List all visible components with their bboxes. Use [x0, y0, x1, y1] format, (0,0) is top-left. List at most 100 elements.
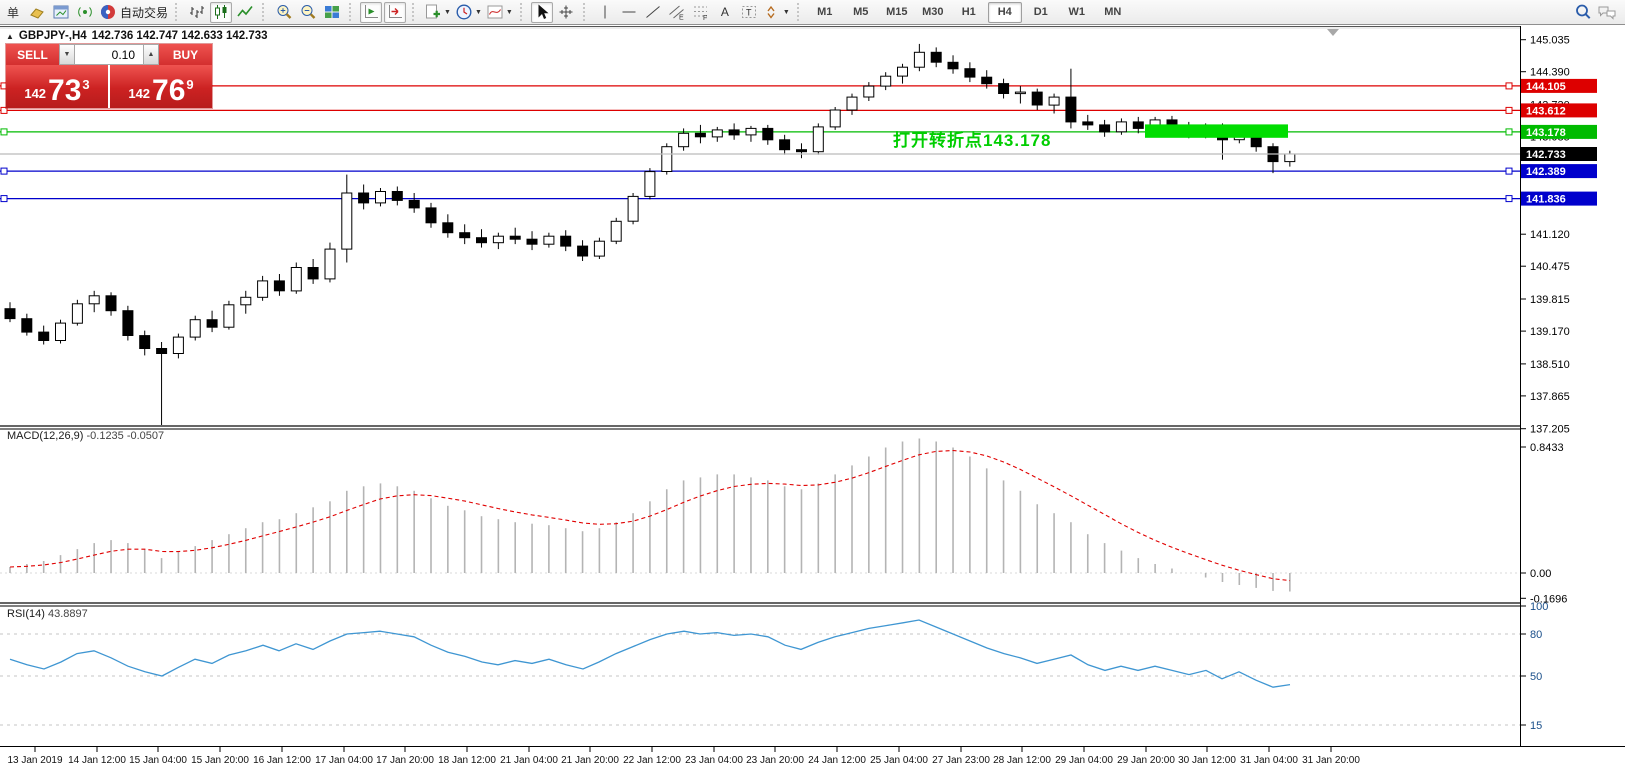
trendline-icon[interactable]	[642, 2, 664, 23]
time-axis[interactable]: 13 Jan 201914 Jan 12:0015 Jan 04:0015 Ja…	[0, 746, 1625, 766]
autotrade-button[interactable]: 自动交易	[98, 2, 169, 23]
svg-text:144.105: 144.105	[1526, 81, 1566, 93]
templates-icon[interactable]: ▼	[485, 2, 514, 23]
fibonacci-icon[interactable]: F	[690, 2, 712, 23]
line-chart-icon[interactable]	[234, 2, 256, 23]
svg-text:T: T	[746, 8, 752, 18]
vertical-line-icon[interactable]	[594, 2, 616, 23]
buy-price-display[interactable]: 142 76 9	[110, 65, 212, 108]
periods-clock-icon[interactable]: ▼	[454, 2, 483, 23]
timeframe-H1-button[interactable]: H1	[952, 2, 986, 23]
tile-windows-icon[interactable]	[321, 2, 343, 23]
symbol-title: GBPJPY-,H4	[19, 30, 87, 42]
collapse-icon[interactable]: ▲	[6, 32, 14, 41]
zoom-in-icon[interactable]	[273, 2, 295, 23]
text-icon[interactable]: A	[714, 2, 736, 23]
toolbar-separator	[520, 3, 526, 21]
breakout-annotation-text[interactable]: 打开转折点143.178	[893, 126, 1051, 151]
svg-text:50: 50	[1530, 671, 1542, 683]
line-handle[interactable]	[1506, 107, 1512, 113]
svg-text:141.836: 141.836	[1526, 194, 1566, 206]
arrows-icon[interactable]: ▼	[762, 2, 791, 23]
svg-text:145.035: 145.035	[1530, 35, 1570, 47]
line-handle[interactable]	[1506, 196, 1512, 202]
svg-text:137.205: 137.205	[1530, 424, 1570, 436]
line-handle[interactable]	[1506, 168, 1512, 174]
svg-text:142.733: 142.733	[1526, 149, 1566, 161]
new-chart-icon[interactable]: ▼	[423, 2, 452, 23]
line-handle[interactable]	[1, 168, 7, 174]
equidistant-channel-icon[interactable]: E	[666, 2, 688, 23]
sell-price-prefix: 142	[24, 86, 46, 101]
svg-text:144.390: 144.390	[1530, 67, 1570, 79]
top-toolbar: 单 自动交易 ▼ ▼ ▼ EFAT ▼ M1M5M15M30H1H4D1W1MN	[0, 0, 1625, 25]
volume-increase-button[interactable]: ▲	[143, 44, 159, 65]
line-handle[interactable]	[1, 107, 7, 113]
svg-text:29 Jan 04:00: 29 Jan 04:00	[1055, 755, 1113, 766]
dropdown-caret-icon[interactable]: ▼	[783, 9, 790, 16]
svg-text:15 Jan 20:00: 15 Jan 20:00	[191, 755, 249, 766]
svg-text:139.170: 139.170	[1530, 326, 1570, 338]
timeframe-M15-button[interactable]: M15	[880, 2, 914, 23]
text-label-icon[interactable]: T	[738, 2, 760, 23]
toolbar-separator	[583, 3, 589, 21]
sell-price-display[interactable]: 142 73 3	[6, 65, 108, 108]
zoom-out-icon[interactable]	[297, 2, 319, 23]
toolbar-separator	[262, 3, 268, 21]
chart-shift-icon[interactable]	[384, 2, 406, 23]
volume-decrease-button[interactable]: ▼	[59, 44, 75, 65]
horizontal-line-icon[interactable]	[618, 2, 640, 23]
dropdown-caret-icon[interactable]: ▼	[444, 9, 451, 16]
svg-text:17 Jan 20:00: 17 Jan 20:00	[376, 755, 434, 766]
macd-panel	[0, 439, 1520, 592]
buy-price-prefix: 142	[128, 86, 150, 101]
crosshair-icon[interactable]	[555, 2, 577, 23]
timeframe-MN-button[interactable]: MN	[1096, 2, 1130, 23]
rsi-indicator-label: RSI(14) 43.8897	[7, 608, 88, 620]
timeframe-W1-button[interactable]: W1	[1060, 2, 1094, 23]
signals-icon[interactable]	[74, 2, 96, 23]
chat-icon[interactable]	[1596, 2, 1618, 23]
volume-input[interactable]: 0.10	[75, 44, 143, 65]
rsi-line	[10, 620, 1290, 687]
new-order-button[interactable]: 单	[2, 2, 24, 23]
timeframe-M5-button[interactable]: M5	[844, 2, 878, 23]
search-icon[interactable]	[1572, 2, 1594, 23]
svg-text:24 Jan 12:00: 24 Jan 12:00	[808, 755, 866, 766]
line-handle[interactable]	[1506, 129, 1512, 135]
bar-chart-icon[interactable]	[186, 2, 208, 23]
buy-price-pip: 9	[186, 77, 193, 92]
sell-price-pip: 3	[82, 77, 89, 92]
svg-text:27 Jan 23:00: 27 Jan 23:00	[932, 755, 990, 766]
svg-text:30 Jan 12:00: 30 Jan 12:00	[1178, 755, 1236, 766]
sell-button[interactable]: SELL	[6, 44, 59, 65]
line-handle[interactable]	[1, 196, 7, 202]
price-label-142.733: 142.733	[1521, 147, 1597, 161]
ohlc-values: 142.736 142.747 142.633 142.733	[92, 30, 268, 42]
chart-window-icon[interactable]	[50, 2, 72, 23]
macd-indicator-label: MACD(12,26,9) -0.1235 -0.0507	[7, 430, 164, 442]
svg-text:21 Jan 20:00: 21 Jan 20:00	[561, 755, 619, 766]
svg-text:143.612: 143.612	[1526, 105, 1566, 117]
svg-text:29 Jan 20:00: 29 Jan 20:00	[1117, 755, 1175, 766]
dropdown-caret-icon[interactable]: ▼	[475, 9, 482, 16]
one-click-trading-panel: SELL ▼ 0.10 ▲ BUY 142 73 3 142 76 9	[6, 44, 212, 108]
chart-area[interactable]: 145.035144.390143.730143.085142.425141.7…	[0, 26, 1625, 767]
candlestick-chart-icon[interactable]	[210, 2, 232, 23]
buy-button[interactable]: BUY	[159, 44, 212, 65]
timeframe-M1-button[interactable]: M1	[808, 2, 842, 23]
svg-text:14 Jan 12:00: 14 Jan 12:00	[68, 755, 126, 766]
line-handle[interactable]	[1506, 83, 1512, 89]
timeframe-D1-button[interactable]: D1	[1024, 2, 1058, 23]
timeframe-H4-button[interactable]: H4	[988, 2, 1022, 23]
auto-scroll-icon[interactable]	[360, 2, 382, 23]
history-doc-icon[interactable]	[26, 2, 48, 23]
buy-price-main: 76	[152, 78, 185, 104]
scroll-indicator-icon	[1327, 29, 1339, 36]
price-label-141.836: 141.836	[1521, 192, 1597, 206]
line-handle[interactable]	[1, 129, 7, 135]
breakout-rectangle[interactable]	[1145, 124, 1288, 137]
cursor-icon[interactable]	[531, 2, 553, 23]
dropdown-caret-icon[interactable]: ▼	[506, 9, 513, 16]
timeframe-M30-button[interactable]: M30	[916, 2, 950, 23]
